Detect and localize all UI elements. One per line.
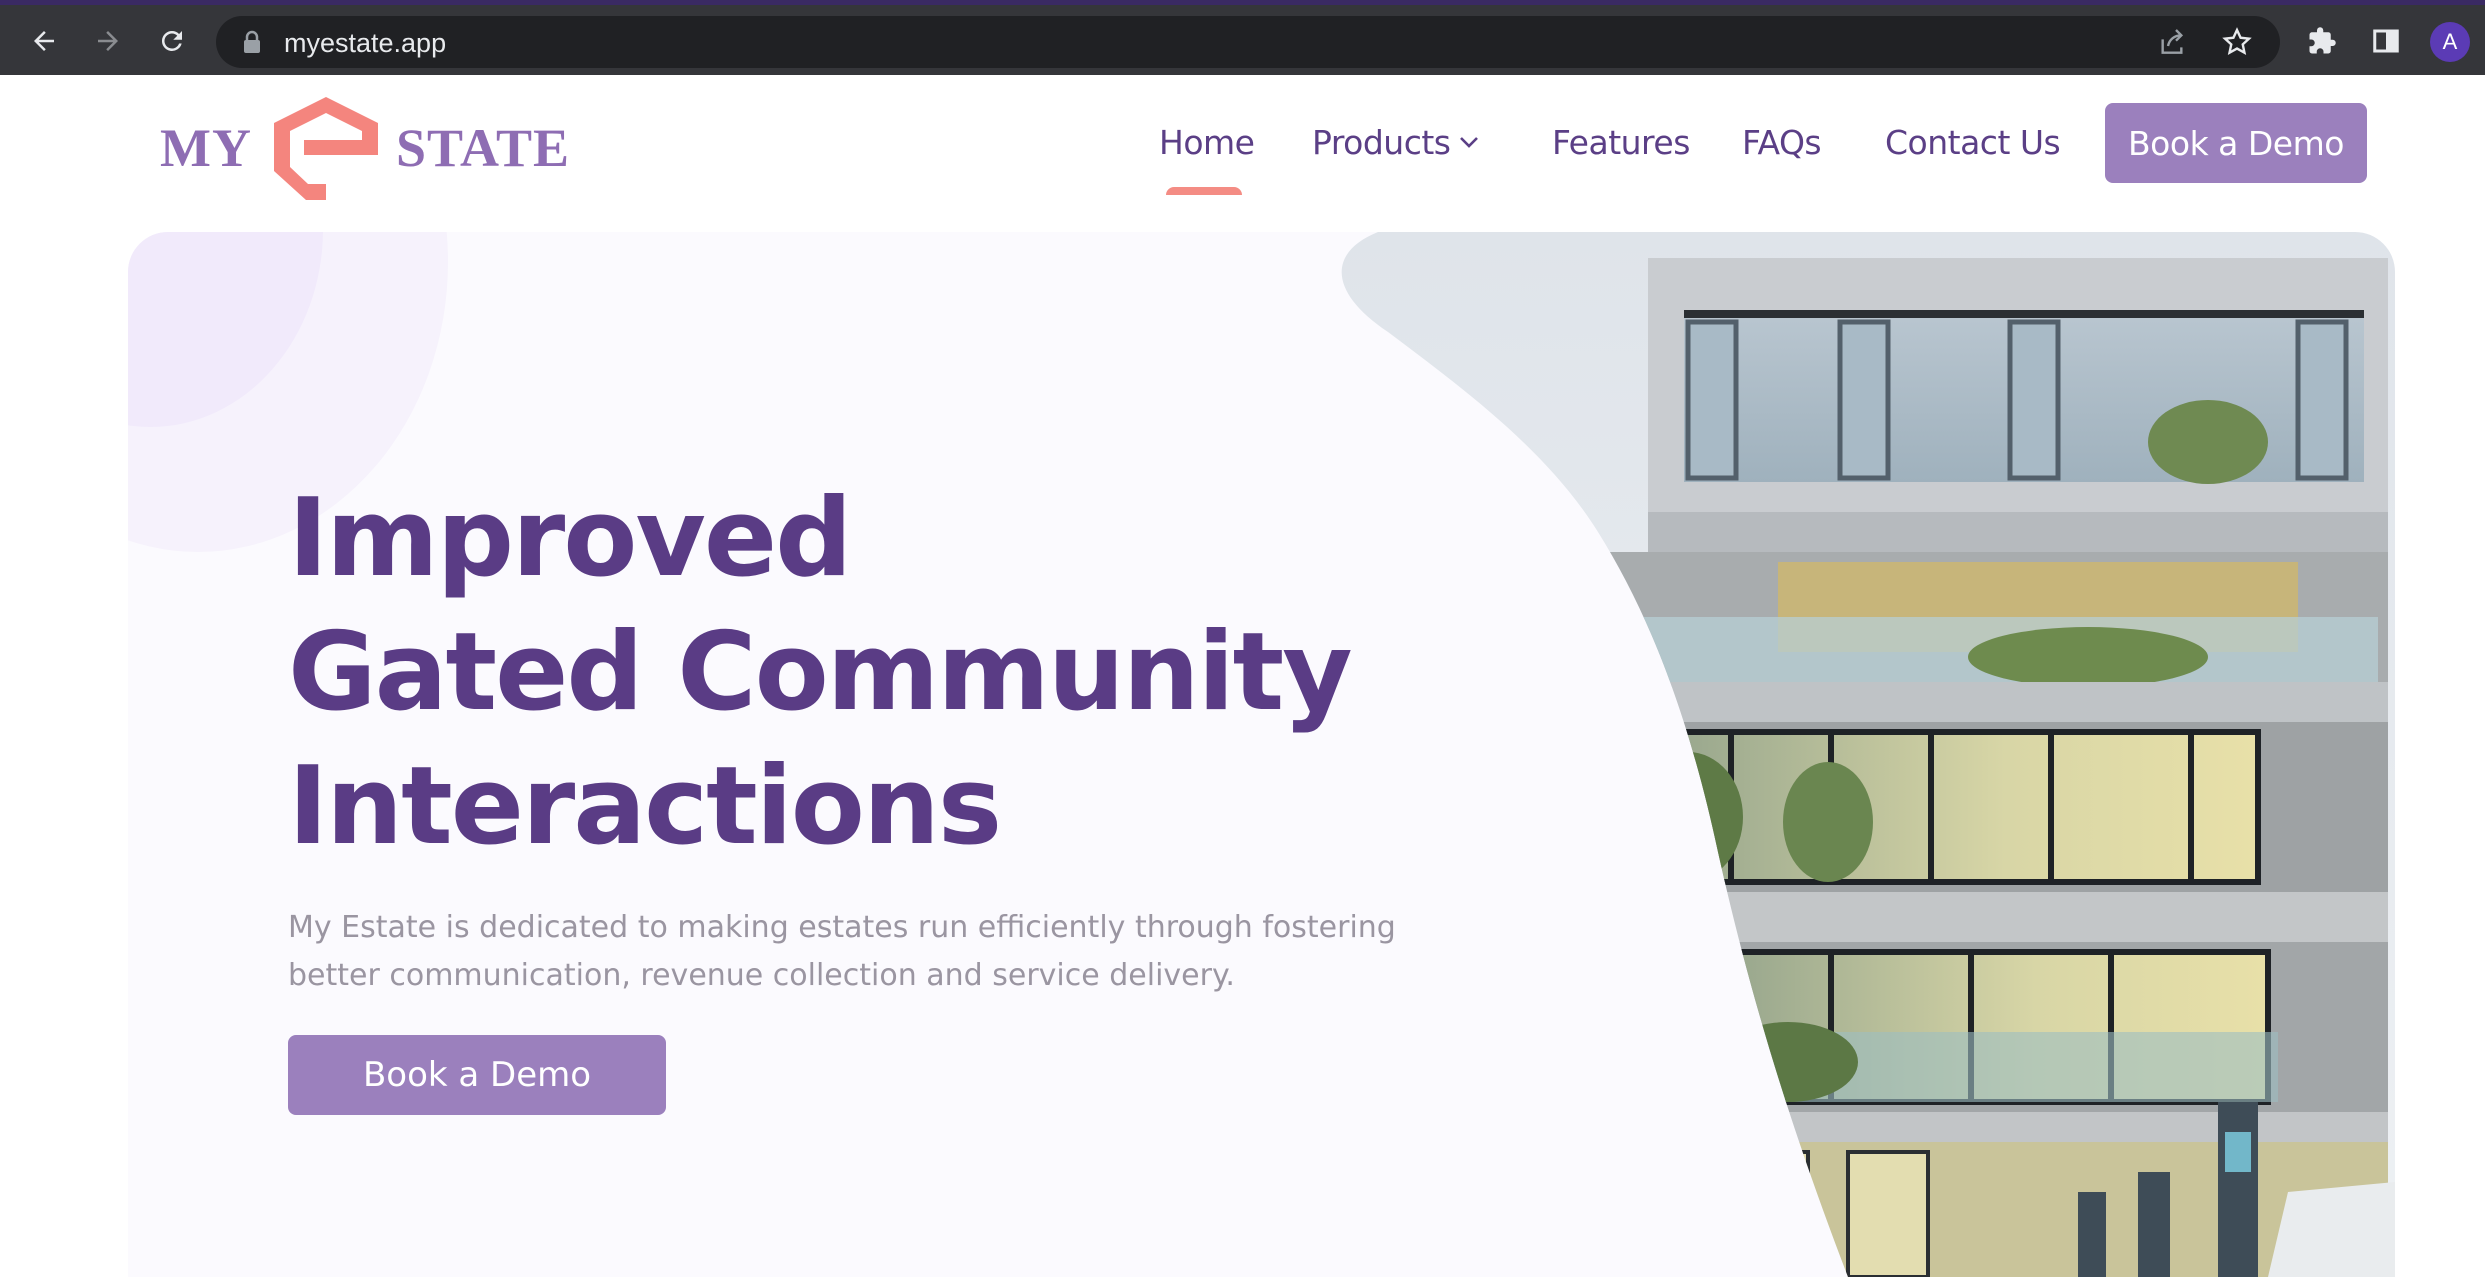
nav-home[interactable]: Home: [1159, 123, 1255, 162]
share-icon[interactable]: [2156, 26, 2188, 63]
hero-description: My Estate is dedicated to making estates…: [288, 910, 1396, 993]
logo-word-right: STATE: [396, 118, 571, 178]
hero-section: Improved Gated Community Interactions My…: [128, 232, 2395, 1277]
back-arrow-icon[interactable]: [22, 19, 66, 63]
hero-title: Improved Gated Community Interactions: [288, 472, 1353, 874]
nav-faqs[interactable]: FAQs: [1742, 123, 1822, 162]
logo-word-left: MY: [160, 118, 252, 178]
hero-title-line-3: Interactions: [288, 744, 1002, 869]
reload-icon[interactable]: [150, 19, 194, 63]
header-book-demo-button[interactable]: Book a Demo: [2105, 103, 2367, 183]
address-bar[interactable]: myestate.app: [216, 16, 2280, 68]
url-text: myestate.app: [284, 28, 447, 58]
hero-title-line-2: Gated Community: [288, 610, 1353, 735]
nav-contact-us[interactable]: Contact Us: [1885, 123, 2061, 162]
star-icon[interactable]: [2221, 26, 2253, 63]
chevron-down-icon[interactable]: [1458, 135, 1480, 154]
nav-products[interactable]: Products: [1312, 123, 1451, 162]
logo[interactable]: MY STATE: [158, 85, 571, 205]
extensions-icon[interactable]: [2300, 19, 2344, 63]
nav-features[interactable]: Features: [1552, 123, 1690, 162]
lock-icon[interactable]: [242, 30, 262, 59]
browser-toolbar: myestate.app A: [0, 0, 2485, 75]
side-panel-icon[interactable]: [2364, 19, 2408, 63]
site-header: MY STATE Home Products Features FAQs Con…: [0, 75, 2485, 225]
active-nav-indicator: [1166, 187, 1242, 195]
hero-book-demo-button[interactable]: Book a Demo: [288, 1035, 666, 1115]
hero-title-line-1: Improved: [288, 476, 852, 601]
profile-avatar[interactable]: A: [2430, 22, 2470, 62]
forward-arrow-icon[interactable]: [86, 19, 130, 63]
house-logo-icon: [274, 97, 378, 200]
